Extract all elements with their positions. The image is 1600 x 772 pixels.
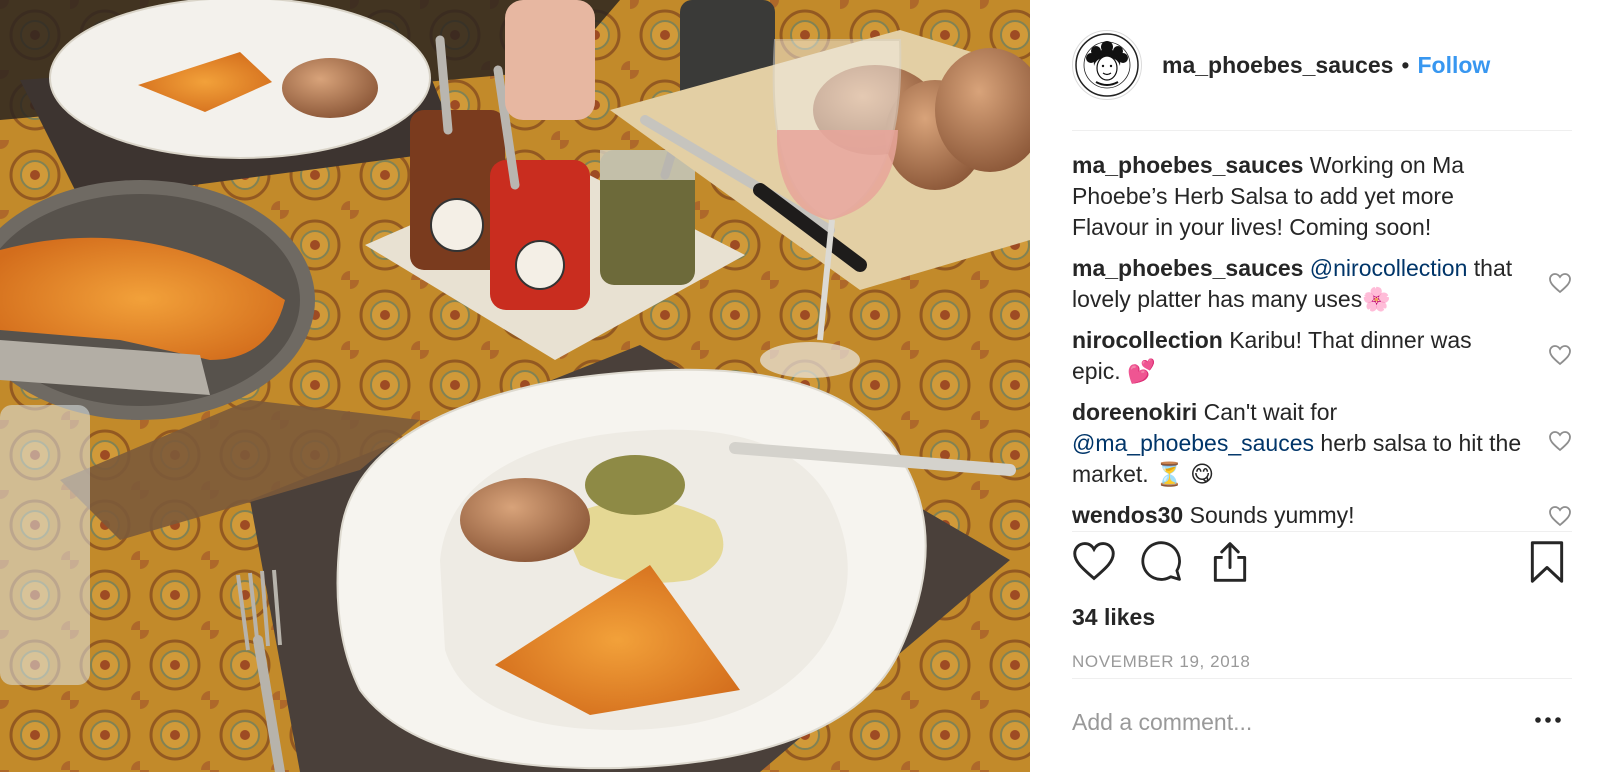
post-author-username[interactable]: ma_phoebes_sauces (1162, 52, 1393, 79)
avatar[interactable] (1072, 30, 1142, 100)
comment-username[interactable]: nirocollection (1072, 327, 1223, 353)
comment-like-heart-icon[interactable] (1548, 271, 1572, 302)
post-details-panel: ma_phoebes_sauces • Follow ma_phoebes_sa… (1030, 0, 1600, 772)
comments-list[interactable]: ma_phoebes_sauces Working on Ma Phoebe’s… (1072, 150, 1572, 530)
share-icon[interactable] (1208, 540, 1252, 589)
footer-divider (1072, 678, 1572, 679)
comment-text: Sounds yummy! (1189, 502, 1355, 528)
comment-bubble-icon[interactable] (1140, 540, 1184, 587)
comment-mention-link[interactable]: @nirocollection (1310, 255, 1468, 281)
comment-mention-link[interactable]: @ma_phoebes_sauces (1072, 430, 1314, 456)
comment-username[interactable]: doreenokiri (1072, 399, 1197, 425)
post-header: ma_phoebes_sauces • Follow (1072, 30, 1572, 100)
brand-logo-icon (1075, 33, 1139, 97)
header-divider (1072, 130, 1572, 131)
comment-username[interactable]: wendos30 (1072, 502, 1183, 528)
food-table-photo (0, 0, 1030, 772)
comment-item: nirocollection Karibu! That dinner was e… (1072, 325, 1572, 387)
post-photo[interactable] (0, 0, 1030, 772)
comment-username[interactable]: ma_phoebes_sauces (1072, 255, 1303, 281)
follow-button[interactable]: Follow (1417, 52, 1490, 79)
comment-text-before: Can't wait for (1203, 399, 1338, 425)
like-heart-icon[interactable] (1072, 540, 1116, 587)
post-caption: ma_phoebes_sauces Working on Ma Phoebe’s… (1072, 150, 1572, 243)
comment-item: doreenokiri Can't wait for @ma_phoebes_s… (1072, 397, 1572, 490)
separator-dot: • (1401, 51, 1410, 78)
comments-divider (1072, 531, 1572, 532)
more-options-icon[interactable] (1534, 712, 1562, 730)
comment-like-heart-icon[interactable] (1548, 343, 1572, 374)
add-comment-input[interactable] (1072, 702, 1502, 742)
post-actions-bar (1072, 540, 1572, 590)
comment-item: wendos30 Sounds yummy! (1072, 500, 1572, 530)
bookmark-icon[interactable] (1528, 540, 1566, 589)
post-date: NOVEMBER 19, 2018 (1072, 652, 1251, 671)
likes-count[interactable]: 34 likes (1072, 604, 1155, 631)
comment-item: ma_phoebes_sauces @nirocollection that l… (1072, 253, 1572, 315)
comment-like-heart-icon[interactable] (1548, 504, 1572, 530)
comment-like-heart-icon[interactable] (1548, 429, 1572, 460)
comment-username[interactable]: ma_phoebes_sauces (1072, 152, 1303, 178)
